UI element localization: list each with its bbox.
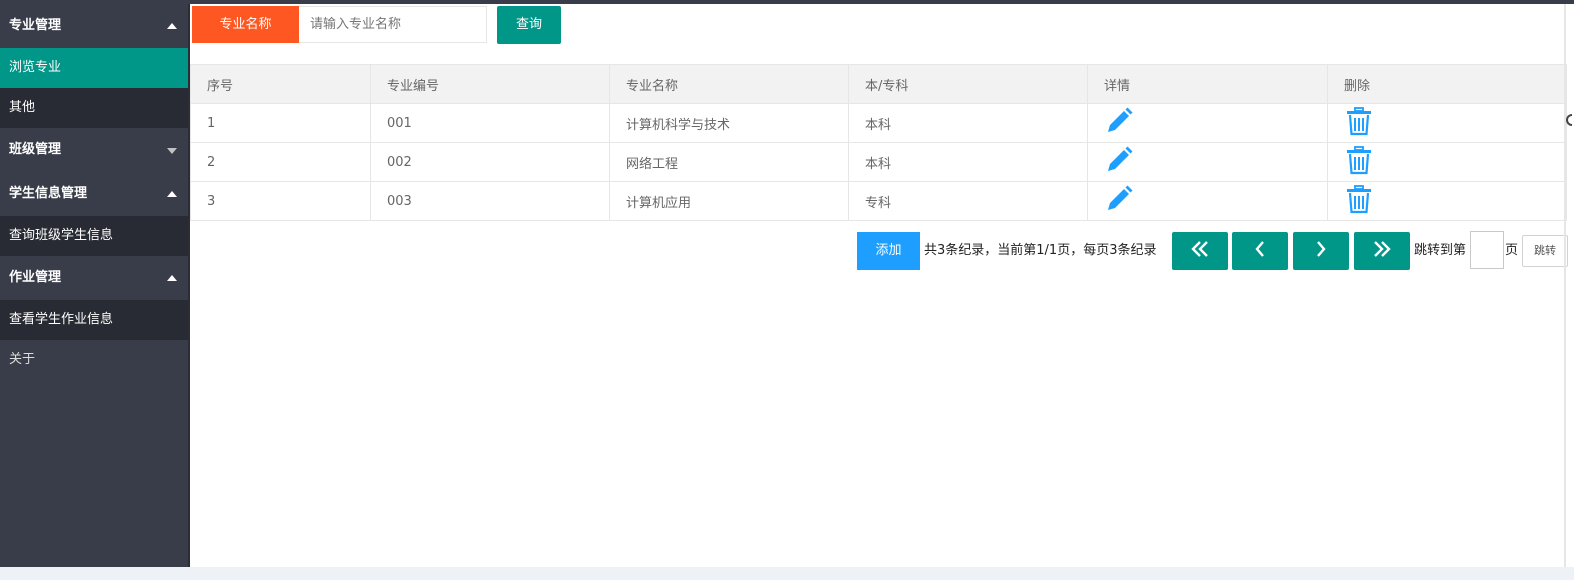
jump-suffix-label: 页 bbox=[1505, 243, 1519, 258]
cell-delete bbox=[1327, 103, 1567, 143]
table-header-row: 序号 专业编号 专业名称 本/专科 详情 删除 bbox=[190, 64, 1567, 104]
search-button[interactable]: 查询 bbox=[497, 6, 561, 44]
nav-item-browse-major[interactable]: 浏览专业 bbox=[0, 48, 188, 88]
cell-index: 2 bbox=[190, 142, 371, 182]
column-header-detail: 详情 bbox=[1087, 64, 1328, 104]
right-icon bbox=[1315, 240, 1327, 262]
sidebar-nav: 专业管理 浏览专业 其他 班级管理 学生信息管理 查询班级学生信息 作业管理 查… bbox=[0, 4, 188, 567]
nav-group-label: 专业管理 bbox=[9, 18, 62, 33]
scroll-indicator bbox=[1566, 114, 1572, 126]
main-content: 专业名称 查询 序号 专业编号 专业名称 本/专科 详情 删除 1 001 计算… bbox=[190, 4, 1574, 567]
pencil-icon[interactable] bbox=[1104, 145, 1134, 179]
column-header-delete: 删除 bbox=[1327, 64, 1567, 104]
column-header-index: 序号 bbox=[190, 64, 371, 104]
nav-item-label: 查看学生作业信息 bbox=[9, 312, 114, 327]
nav-item-about[interactable]: 关于 bbox=[0, 340, 188, 380]
cell-delete bbox=[1327, 142, 1567, 182]
caret-up-icon bbox=[167, 191, 177, 197]
pencil-icon[interactable] bbox=[1104, 184, 1134, 218]
nav-group-class[interactable]: 班级管理 bbox=[0, 128, 188, 172]
cell-code: 001 bbox=[370, 103, 610, 143]
trash-icon[interactable] bbox=[1344, 184, 1374, 218]
nav-group-major[interactable]: 专业管理 bbox=[0, 4, 188, 48]
jump-prefix-label: 跳转到第 bbox=[1414, 243, 1467, 258]
table-row: 3 003 计算机应用 专科 bbox=[190, 181, 1567, 221]
cell-name: 计算机科学与技术 bbox=[609, 103, 849, 143]
nav-item-query-class-students[interactable]: 查询班级学生信息 bbox=[0, 216, 188, 256]
cell-detail bbox=[1087, 142, 1328, 182]
search-field-label: 专业名称 bbox=[192, 6, 299, 43]
cell-level: 本科 bbox=[848, 103, 1088, 143]
nav-item-label: 其他 bbox=[9, 100, 36, 115]
cell-index: 3 bbox=[190, 181, 371, 221]
major-table: 序号 专业编号 专业名称 本/专科 详情 删除 1 001 计算机科学与技术 本… bbox=[190, 64, 1567, 221]
cell-code: 003 bbox=[370, 181, 610, 221]
content-right-border bbox=[1564, 4, 1566, 567]
nav-group-label: 学生信息管理 bbox=[9, 186, 88, 201]
first-page-button[interactable] bbox=[1172, 232, 1228, 270]
search-input[interactable] bbox=[299, 6, 487, 43]
nav-item-label: 浏览专业 bbox=[9, 60, 62, 75]
nav-item-label: 查询班级学生信息 bbox=[9, 228, 114, 243]
cell-detail bbox=[1087, 103, 1328, 143]
nav-group-label: 作业管理 bbox=[9, 270, 62, 285]
nav-group-label: 班级管理 bbox=[9, 142, 62, 157]
left-icon bbox=[1254, 240, 1266, 262]
pencil-icon[interactable] bbox=[1104, 106, 1134, 140]
cell-detail bbox=[1087, 181, 1328, 221]
cell-code: 002 bbox=[370, 142, 610, 182]
double-right-icon bbox=[1372, 240, 1392, 262]
prev-page-button[interactable] bbox=[1232, 232, 1288, 270]
caret-down-icon bbox=[167, 148, 177, 154]
pagination-bar: 添加 共3条纪录，当前第1/1页，每页3条纪录 跳转到第 页 跳转 bbox=[190, 231, 1574, 272]
table-row: 1 001 计算机科学与技术 本科 bbox=[190, 103, 1567, 143]
cell-name: 网络工程 bbox=[609, 142, 849, 182]
trash-icon[interactable] bbox=[1344, 106, 1374, 140]
nav-item-label: 关于 bbox=[9, 352, 36, 367]
nav-group-student-info[interactable]: 学生信息管理 bbox=[0, 172, 188, 216]
double-left-icon bbox=[1190, 240, 1210, 262]
bottom-strip bbox=[0, 567, 1574, 580]
cell-level: 本科 bbox=[848, 142, 1088, 182]
trash-icon[interactable] bbox=[1344, 145, 1374, 179]
column-header-level: 本/专科 bbox=[848, 64, 1088, 104]
last-page-button[interactable] bbox=[1354, 232, 1410, 270]
column-header-code: 专业编号 bbox=[370, 64, 610, 104]
cell-level: 专科 bbox=[848, 181, 1088, 221]
table-row: 2 002 网络工程 本科 bbox=[190, 142, 1567, 182]
page-info-text: 共3条纪录，当前第1/1页，每页3条纪录 bbox=[924, 243, 1157, 258]
add-button[interactable]: 添加 bbox=[857, 232, 920, 270]
caret-up-icon bbox=[167, 275, 177, 281]
caret-up-icon bbox=[167, 23, 177, 29]
next-page-button[interactable] bbox=[1293, 232, 1349, 270]
cell-delete bbox=[1327, 181, 1567, 221]
nav-group-homework[interactable]: 作业管理 bbox=[0, 256, 188, 300]
nav-item-view-homework[interactable]: 查看学生作业信息 bbox=[0, 300, 188, 340]
cell-index: 1 bbox=[190, 103, 371, 143]
cell-name: 计算机应用 bbox=[609, 181, 849, 221]
jump-page-input[interactable] bbox=[1470, 231, 1504, 269]
column-header-name: 专业名称 bbox=[609, 64, 849, 104]
jump-button[interactable]: 跳转 bbox=[1522, 235, 1568, 267]
nav-item-other[interactable]: 其他 bbox=[0, 88, 188, 128]
